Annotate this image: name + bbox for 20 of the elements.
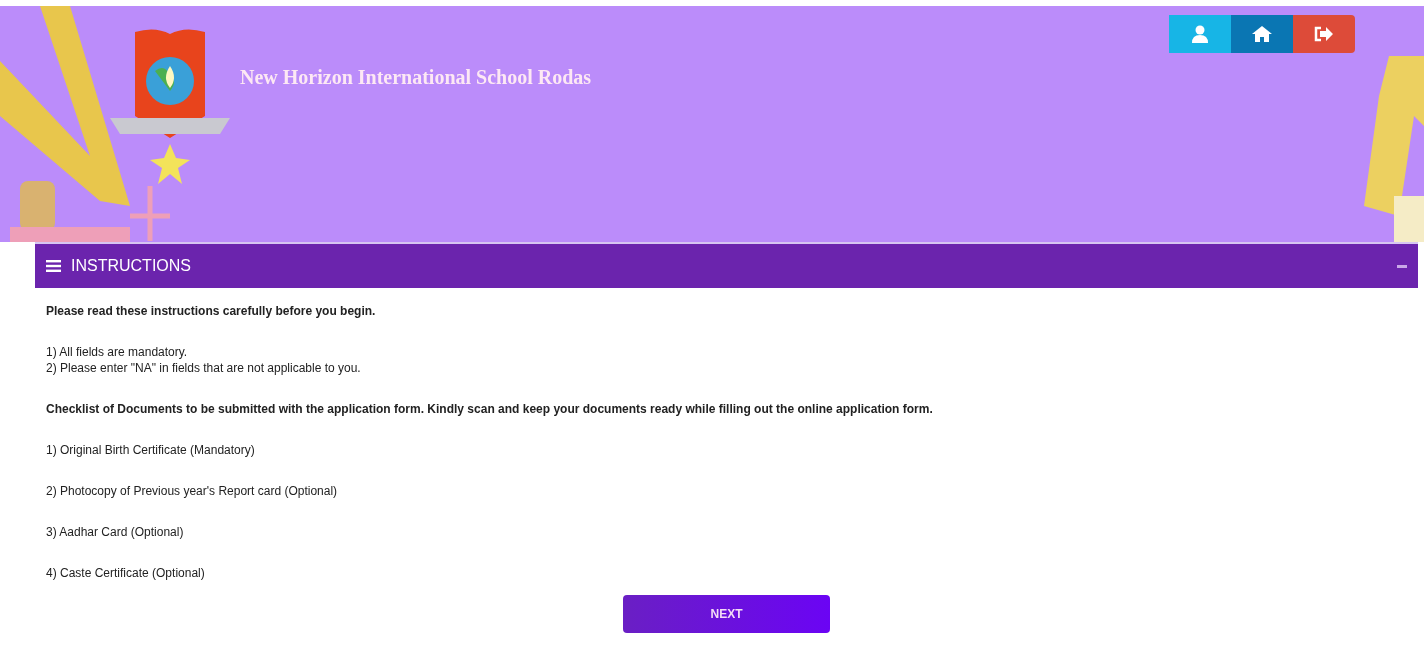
menu-icon bbox=[46, 260, 61, 272]
checklist-heading: Checklist of Documents to be submitted with the application form. Kindly scan and keep your documents ready while filling out the online application form. bbox=[46, 401, 934, 417]
home-button[interactable] bbox=[1231, 15, 1293, 53]
document-item: 1) Original Birth Certificate (Mandatory) bbox=[46, 442, 256, 458]
document-item: 4) Caste Certificate (Optional) bbox=[46, 565, 206, 581]
rule-text: 2) Please enter "NA" in fields that are not applicable to you. bbox=[46, 360, 362, 376]
document-item: 3) Aadhar Card (Optional) bbox=[46, 524, 185, 540]
logout-button[interactable] bbox=[1293, 15, 1355, 53]
user-icon bbox=[1192, 25, 1208, 43]
rule-text: 1) All fields are mandatory. bbox=[46, 344, 189, 360]
next-button[interactable]: NEXT bbox=[623, 595, 830, 633]
panel-title: INSTRUCTIONS bbox=[71, 257, 192, 275]
school-crest-logo-icon bbox=[110, 26, 230, 186]
user-button[interactable] bbox=[1169, 15, 1231, 53]
collapse-icon[interactable] bbox=[1397, 264, 1407, 268]
school-name: New Horizon International School Rodas bbox=[240, 66, 592, 89]
logout-icon bbox=[1314, 26, 1334, 42]
document-item: 2) Photocopy of Previous year's Report card (Optional) bbox=[46, 483, 339, 499]
intro-text: Please read these instructions carefully before you begin. bbox=[46, 303, 377, 319]
home-icon bbox=[1252, 26, 1272, 42]
